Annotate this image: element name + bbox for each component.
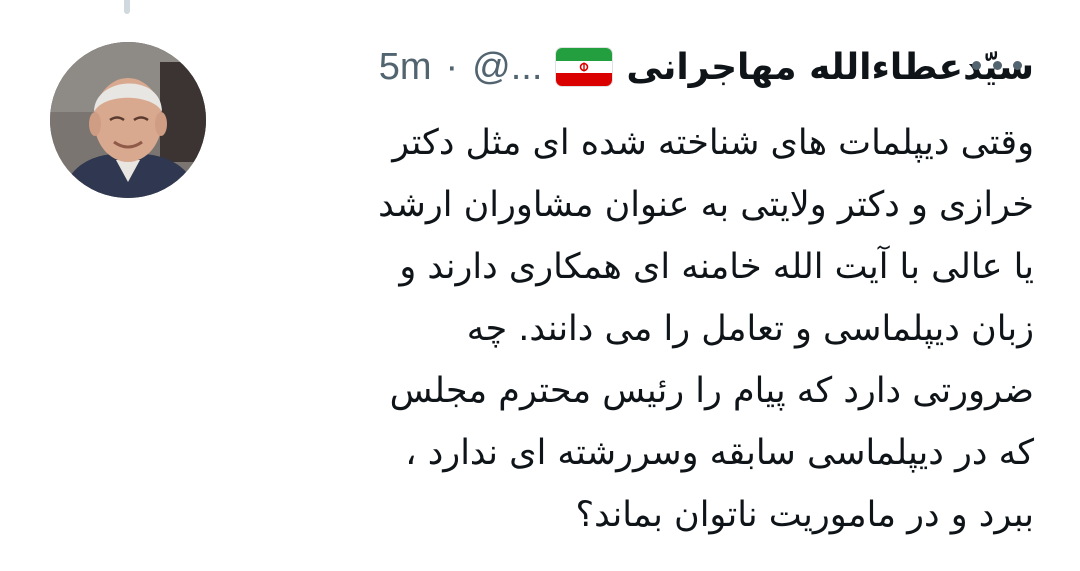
header-separator: · xyxy=(445,45,459,88)
tweet-text-line: یا عالی با آیت الله خامنه ای همکاری دارن… xyxy=(399,247,1034,287)
more-dot xyxy=(992,60,1002,70)
more-dot xyxy=(972,60,981,70)
tweet-text: وقتی دیپلمات های شناخته شده ای مثل دکتر … xyxy=(234,112,1034,546)
thread-connector-line xyxy=(124,0,130,14)
avatar[interactable] xyxy=(50,42,206,198)
more-dot xyxy=(1013,60,1022,70)
tweet-text-line: زبان دیپلماسی و تعامل را می دانند. چه xyxy=(466,309,1034,349)
more-options-icon[interactable] xyxy=(972,50,1022,80)
tweet-header: سیّدعطاءالله مهاجرانی @... · 5m xyxy=(379,34,1034,100)
tweet-text-line: خرازی و دکتر ولایتی به عنوان مشاوران ارش… xyxy=(378,185,1034,225)
user-handle[interactable]: @... xyxy=(472,46,542,89)
tweet-text-line: ضرورتی دارد که پیام را رئیس محترم مجلس xyxy=(389,371,1034,411)
tweet-screenshot: سیّدعطاءالله مهاجرانی @... · 5m وقتی دیپ… xyxy=(0,0,1080,571)
tweet-text-line: ببرد و در ماموریت ناتوان بماند؟ xyxy=(575,495,1034,535)
tweet-text-line: که در دیپلماسی سابقه وسررشته ای ندارد ، xyxy=(405,433,1034,473)
tweet-text-line: وقتی دیپلمات های شناخته شده ای مثل دکتر xyxy=(392,123,1034,163)
iran-flag-icon xyxy=(556,48,613,86)
timestamp[interactable]: 5m xyxy=(379,46,432,89)
avatar-photo xyxy=(50,42,206,198)
